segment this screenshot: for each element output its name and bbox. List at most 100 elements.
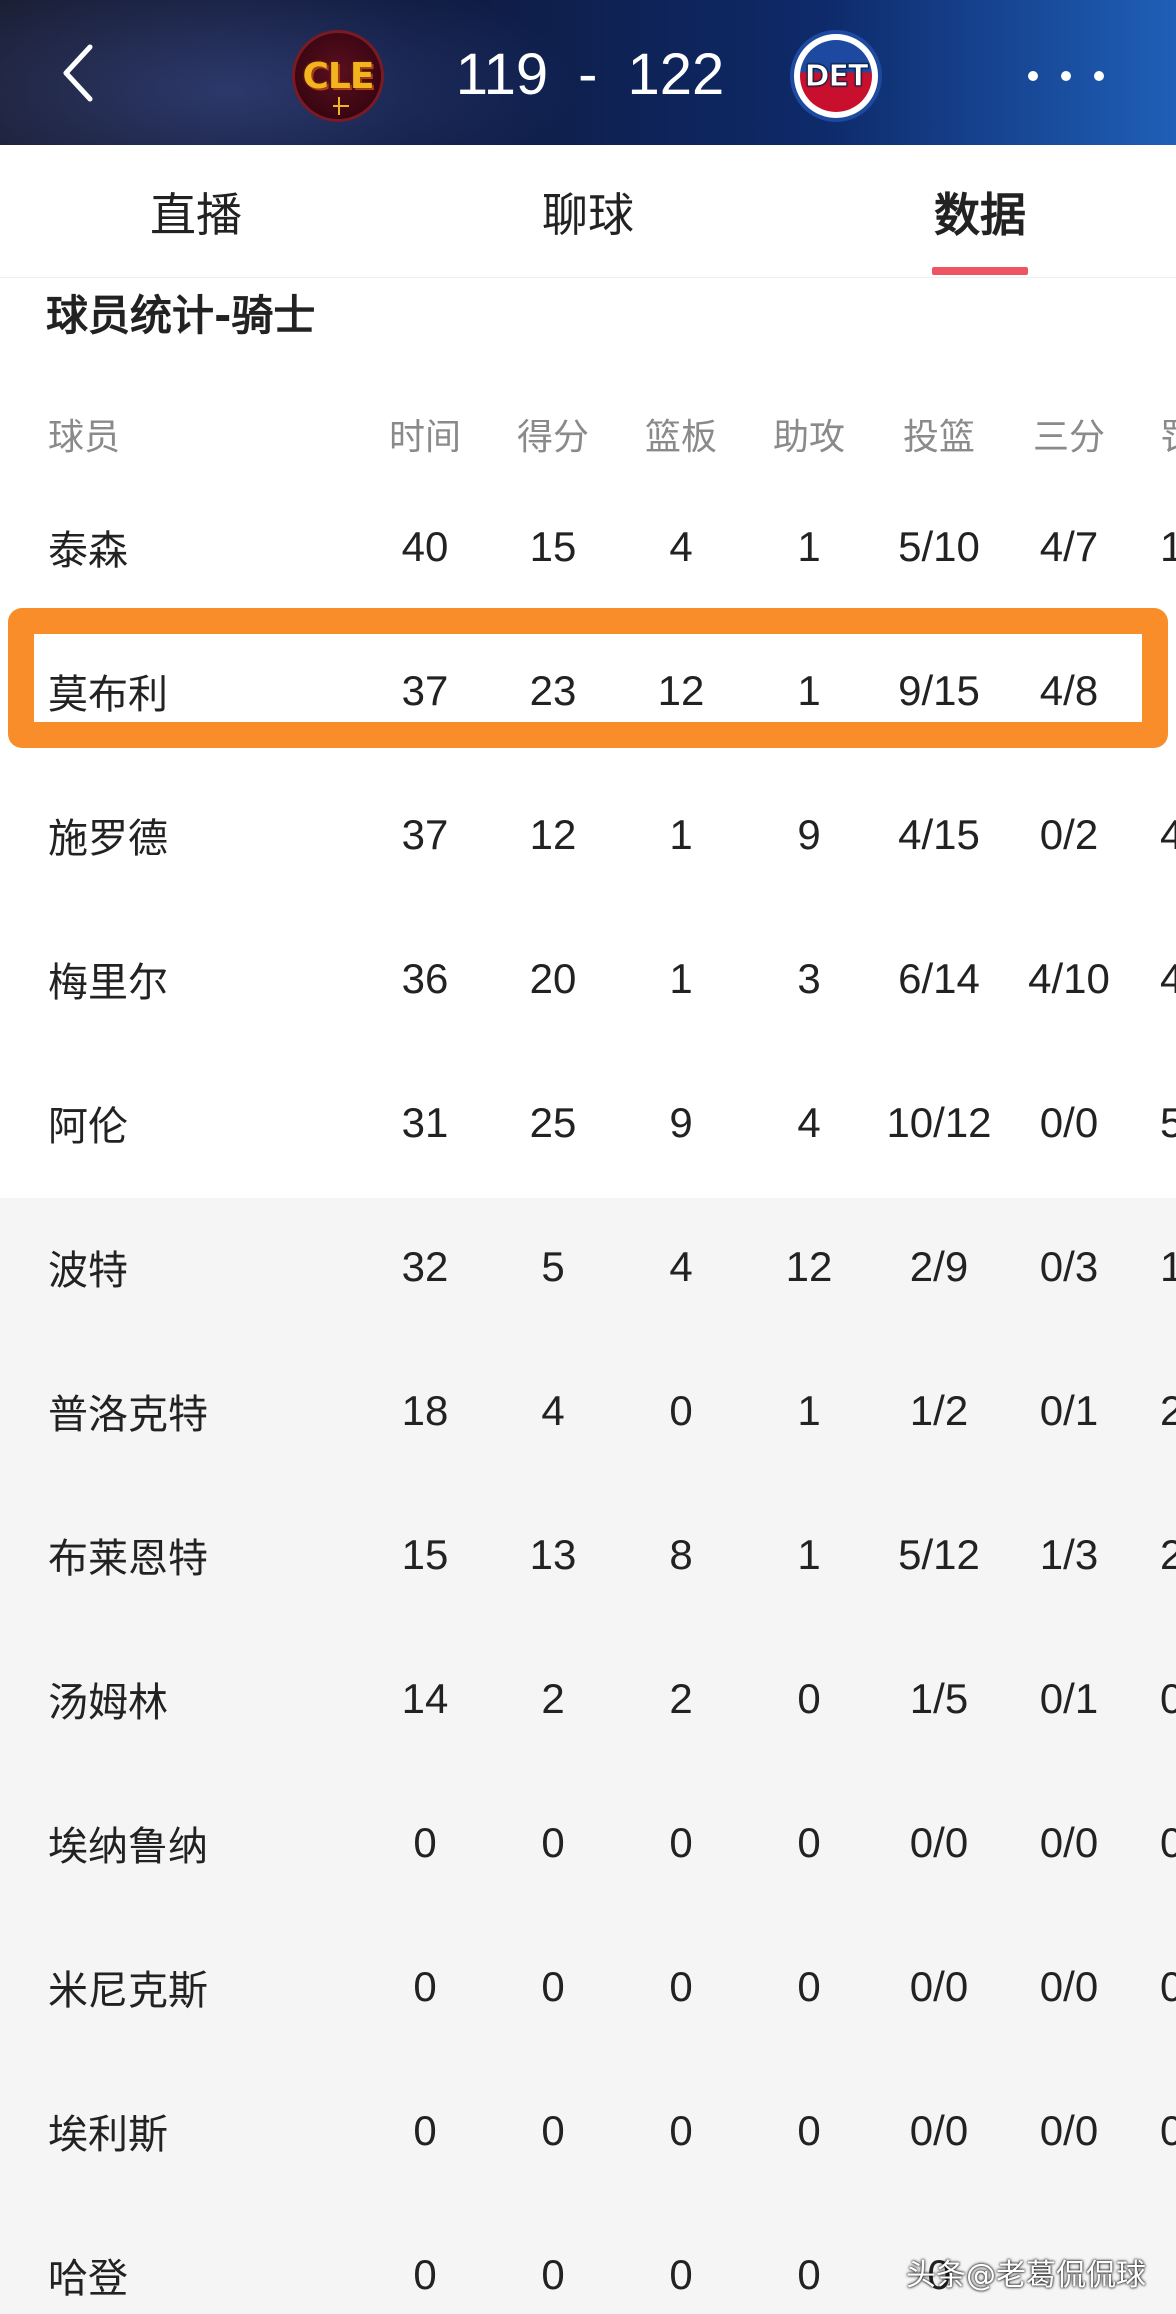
scoreboard: 119 - 122 bbox=[440, 34, 740, 114]
table-row[interactable]: 埃利斯 0 0 0 0 0/0 0/0 0 bbox=[0, 2059, 1176, 2203]
tab-bar: 直播 聊球 数据 bbox=[0, 145, 1176, 278]
stat-3pt: 4/8 bbox=[1039, 667, 1099, 714]
stat-ast: 9 bbox=[797, 811, 821, 858]
player-name: 普洛克特 bbox=[48, 1392, 208, 1438]
col-header-pts[interactable]: 得分 bbox=[488, 384, 618, 484]
away-team-abbr: DET bbox=[804, 58, 869, 94]
player-name: 布莱恩特 bbox=[48, 1536, 208, 1582]
stat-reb: 0 bbox=[669, 2251, 693, 2298]
stat-reb: 9 bbox=[669, 1099, 693, 1146]
section-title: 球员统计-骑士 bbox=[46, 291, 316, 340]
player-name: 阿伦 bbox=[48, 1104, 128, 1150]
stat-pts: 15 bbox=[529, 523, 577, 570]
table-row[interactable]: 波特 32 5 4 12 2/9 0/3 1 bbox=[0, 1195, 1176, 1339]
stat-pts: 20 bbox=[529, 955, 577, 1002]
stat-ft: 0 bbox=[1160, 1675, 1176, 1722]
stat-reb: 4 bbox=[669, 1243, 693, 1290]
stat-ast: 0 bbox=[797, 1819, 821, 1866]
stat-reb: 0 bbox=[669, 1387, 693, 1434]
stat-pts: 4 bbox=[541, 1387, 565, 1434]
stat-fg: 5/10 bbox=[898, 523, 980, 570]
more-dots-icon bbox=[1094, 71, 1104, 81]
stat-ast: 1 bbox=[797, 523, 821, 570]
col-header-3pt[interactable]: 三分 bbox=[1004, 384, 1134, 484]
stat-ft bbox=[1160, 619, 1176, 763]
stat-3pt: 0/2 bbox=[1039, 811, 1099, 858]
stat-3pt: 0/1 bbox=[1039, 1387, 1099, 1434]
stat-fg: 1/2 bbox=[909, 1387, 969, 1434]
stat-min: 15 bbox=[401, 1531, 449, 1578]
stat-fg: 1/5 bbox=[909, 1675, 969, 1722]
stat-fg: 0/0 bbox=[909, 1819, 969, 1866]
stat-ft: 1 bbox=[1160, 523, 1176, 570]
back-button[interactable] bbox=[48, 38, 108, 108]
player-name: 泰森 bbox=[48, 528, 128, 574]
stat-ft: 0 bbox=[1160, 1819, 1176, 1866]
stat-ft: 0 bbox=[1160, 2107, 1176, 2154]
table-row[interactable]: 阿伦 31 25 9 4 10/12 0/0 5 bbox=[0, 1051, 1176, 1195]
table-row[interactable]: 泰森 40 15 4 1 5/10 4/7 1 bbox=[0, 475, 1176, 619]
table-row[interactable]: 汤姆林 14 2 2 0 1/5 0/1 0 bbox=[0, 1627, 1176, 1771]
stat-fg: 0/0 bbox=[909, 1963, 969, 2010]
stat-min: 37 bbox=[401, 811, 449, 858]
more-dots-icon bbox=[1061, 71, 1071, 81]
table-row[interactable]: 梅里尔 36 20 1 3 6/14 4/10 4 bbox=[0, 907, 1176, 1051]
logo-sword-guard-icon bbox=[333, 105, 349, 107]
stat-pts: 0 bbox=[541, 1819, 565, 1866]
player-name: 米尼克斯 bbox=[48, 1968, 208, 2014]
stat-pts: 25 bbox=[529, 1099, 577, 1146]
table-row[interactable]: 施罗德 37 12 1 9 4/15 0/2 4 bbox=[0, 763, 1176, 907]
stat-min: 0 bbox=[413, 1819, 437, 1866]
away-team-logo[interactable]: DET bbox=[790, 30, 882, 122]
stat-ast: 4 bbox=[797, 1099, 821, 1146]
stat-fg: 10/12 bbox=[886, 1099, 992, 1146]
table-row[interactable]: 普洛克特 18 4 0 1 1/2 0/1 2 bbox=[0, 1339, 1176, 1483]
stat-3pt: 4/10 bbox=[1028, 955, 1110, 1002]
col-header-ft[interactable]: 罚 bbox=[1160, 384, 1176, 484]
col-header-player: 球员 bbox=[48, 417, 121, 458]
player-name: 埃利斯 bbox=[48, 2112, 168, 2158]
col-header-ast[interactable]: 助攻 bbox=[744, 384, 874, 484]
more-button[interactable] bbox=[1028, 56, 1104, 96]
stat-ft: 2 bbox=[1160, 1387, 1176, 1434]
stat-3pt: 0/0 bbox=[1039, 1963, 1099, 2010]
home-team-logo[interactable]: CLE bbox=[292, 30, 384, 122]
table-row[interactable]: 埃纳鲁纳 0 0 0 0 0/0 0/0 0 bbox=[0, 1771, 1176, 1915]
stat-ast: 1 bbox=[797, 667, 821, 714]
stat-ft: 5 bbox=[1160, 1099, 1176, 1146]
stat-3pt: 4/7 bbox=[1039, 523, 1099, 570]
player-name: 埃纳鲁纳 bbox=[48, 1824, 208, 1870]
stat-reb: 0 bbox=[669, 1963, 693, 2010]
stat-reb: 2 bbox=[669, 1675, 693, 1722]
table-row[interactable]: 米尼克斯 0 0 0 0 0/0 0/0 0 bbox=[0, 1915, 1176, 2059]
stat-ast: 12 bbox=[785, 1243, 833, 1290]
stat-min: 14 bbox=[401, 1675, 449, 1722]
table-row[interactable]: 莫布利 37 23 12 1 9/15 4/8 bbox=[0, 619, 1176, 763]
stat-reb: 1 bbox=[669, 811, 693, 858]
stat-ft bbox=[1160, 2203, 1176, 2314]
tab-chat[interactable]: 聊球 bbox=[488, 145, 688, 278]
tab-stats[interactable]: 数据 bbox=[880, 145, 1080, 278]
score-separator: - bbox=[578, 41, 598, 107]
stat-ast: 0 bbox=[797, 1675, 821, 1722]
stat-pts: 23 bbox=[529, 667, 577, 714]
col-header-min[interactable]: 时间 bbox=[360, 384, 490, 484]
stat-fg: 9/15 bbox=[898, 667, 980, 714]
stat-reb: 0 bbox=[669, 1819, 693, 1866]
table-row[interactable]: 布莱恩特 15 13 8 1 5/12 1/3 2 bbox=[0, 1483, 1176, 1627]
chevron-left-icon bbox=[63, 44, 93, 102]
tab-live[interactable]: 直播 bbox=[96, 145, 296, 278]
stat-fg: 4/15 bbox=[898, 811, 980, 858]
stat-3pt: 0/1 bbox=[1039, 1675, 1099, 1722]
stat-reb: 8 bbox=[669, 1531, 693, 1578]
stat-min: 0 bbox=[413, 2107, 437, 2154]
stat-fg: 6/14 bbox=[898, 955, 980, 1002]
home-team-abbr: CLE bbox=[302, 55, 375, 97]
game-header: CLE 119 - 122 DET bbox=[0, 0, 1176, 145]
col-header-fg[interactable]: 投篮 bbox=[872, 384, 1006, 484]
stat-pts: 0 bbox=[541, 2251, 565, 2298]
stat-ft: 4 bbox=[1160, 811, 1176, 858]
stat-3pt: 0/0 bbox=[1039, 1819, 1099, 1866]
col-header-reb[interactable]: 篮板 bbox=[616, 384, 746, 484]
stat-min: 36 bbox=[401, 955, 449, 1002]
